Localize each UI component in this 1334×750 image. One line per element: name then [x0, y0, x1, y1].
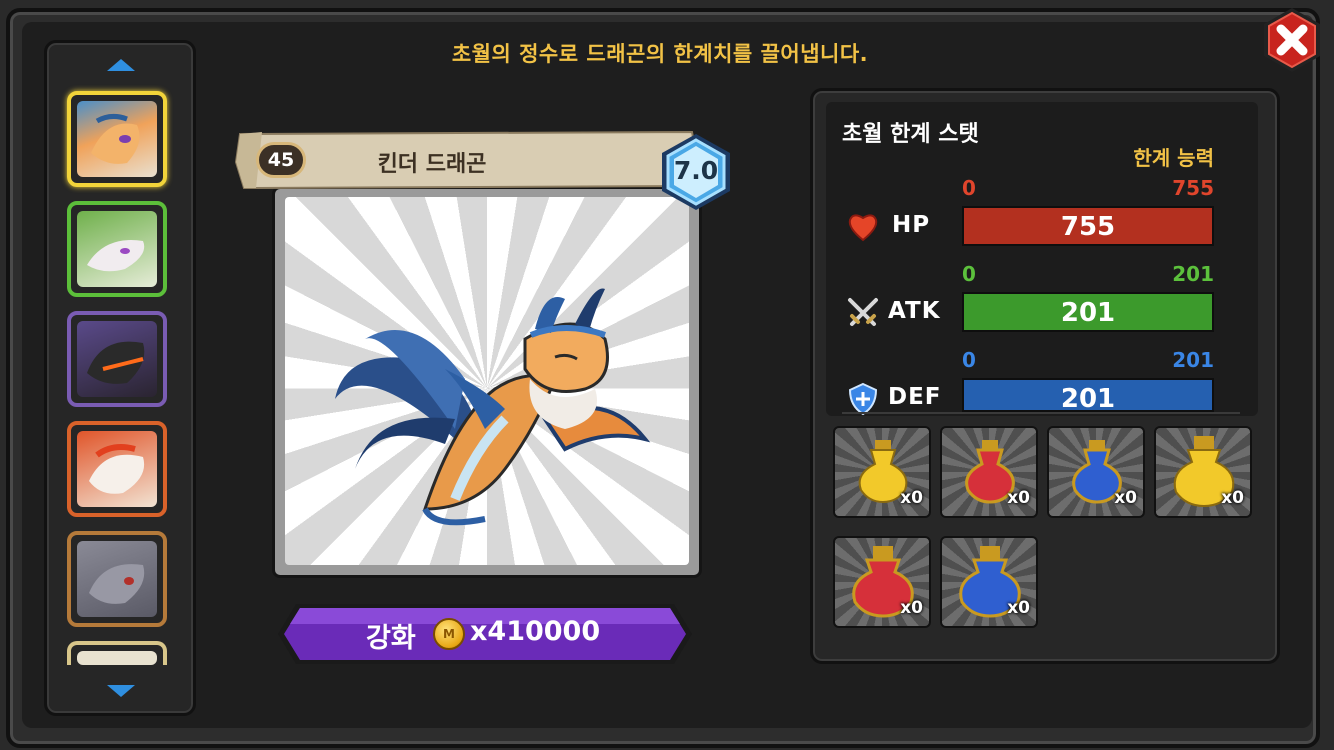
atk-max: 201 — [1172, 262, 1214, 286]
atk-value: 201 — [1060, 298, 1116, 328]
def-bar: 201 — [962, 378, 1214, 414]
item-blue-essence[interactable]: x0 — [1047, 426, 1145, 518]
shield-icon — [848, 382, 878, 416]
item-count: x0 — [1007, 598, 1030, 618]
heart-icon — [848, 214, 878, 242]
item-count: x0 — [1221, 488, 1244, 508]
def-min: 0 — [962, 348, 976, 372]
atk-label: ATK — [888, 298, 941, 324]
limit-label: 한계 능력 — [1133, 146, 1214, 170]
close-button[interactable] — [1258, 6, 1326, 74]
dragon-thumb-stone[interactable] — [67, 531, 167, 627]
arrow-up-icon[interactable] — [105, 57, 137, 73]
hp-bar: 755 — [962, 206, 1214, 246]
item-large-yellow-essence[interactable]: x0 — [1154, 426, 1252, 518]
upgrade-label: 강화 — [366, 623, 416, 654]
atk-bar: 201 — [962, 292, 1214, 332]
item-count: x0 — [1007, 488, 1030, 508]
item-yellow-essence[interactable]: x0 — [833, 426, 931, 518]
item-large-red-essence[interactable]: x0 — [833, 536, 931, 628]
header-message: 초월의 정수로 드래곤의 한계치를 끌어냅니다. — [451, 42, 869, 66]
grade-value: 7.0 — [673, 156, 719, 185]
dragon-list[interactable] — [44, 40, 196, 716]
upgrade-cost: x410000 — [470, 616, 601, 647]
hp-label: HP — [892, 212, 931, 238]
item-count: x0 — [900, 488, 923, 508]
dragon-thumb-fire[interactable] — [67, 421, 167, 517]
stat-divider — [842, 412, 1240, 414]
dragon-illustration — [335, 288, 651, 526]
dragon-thumb-black[interactable] — [67, 311, 167, 407]
arrow-down-icon[interactable] — [105, 683, 137, 699]
coin-icon: M — [433, 618, 465, 650]
item-red-essence[interactable]: x0 — [940, 426, 1038, 518]
dragon-name: 킨더 드래곤 — [377, 152, 487, 177]
stat-title: 초월 한계 스탯 — [842, 122, 979, 147]
def-label: DEF — [888, 384, 942, 410]
hp-min: 0 — [962, 176, 976, 200]
item-large-blue-essence[interactable]: x0 — [940, 536, 1038, 628]
crossed-swords-icon — [848, 298, 878, 326]
def-max: 201 — [1172, 348, 1214, 372]
def-value: 201 — [1060, 384, 1116, 414]
dragon-thumb-partial[interactable] — [67, 641, 167, 665]
atk-min: 0 — [962, 262, 976, 286]
dragon-thumb-kinder[interactable] — [67, 91, 167, 187]
dragon-card — [272, 186, 702, 578]
item-count: x0 — [1114, 488, 1137, 508]
dragon-thumb-white[interactable] — [67, 201, 167, 297]
item-count: x0 — [900, 598, 923, 618]
hp-value: 755 — [1060, 212, 1116, 242]
hp-max: 755 — [1172, 176, 1214, 200]
